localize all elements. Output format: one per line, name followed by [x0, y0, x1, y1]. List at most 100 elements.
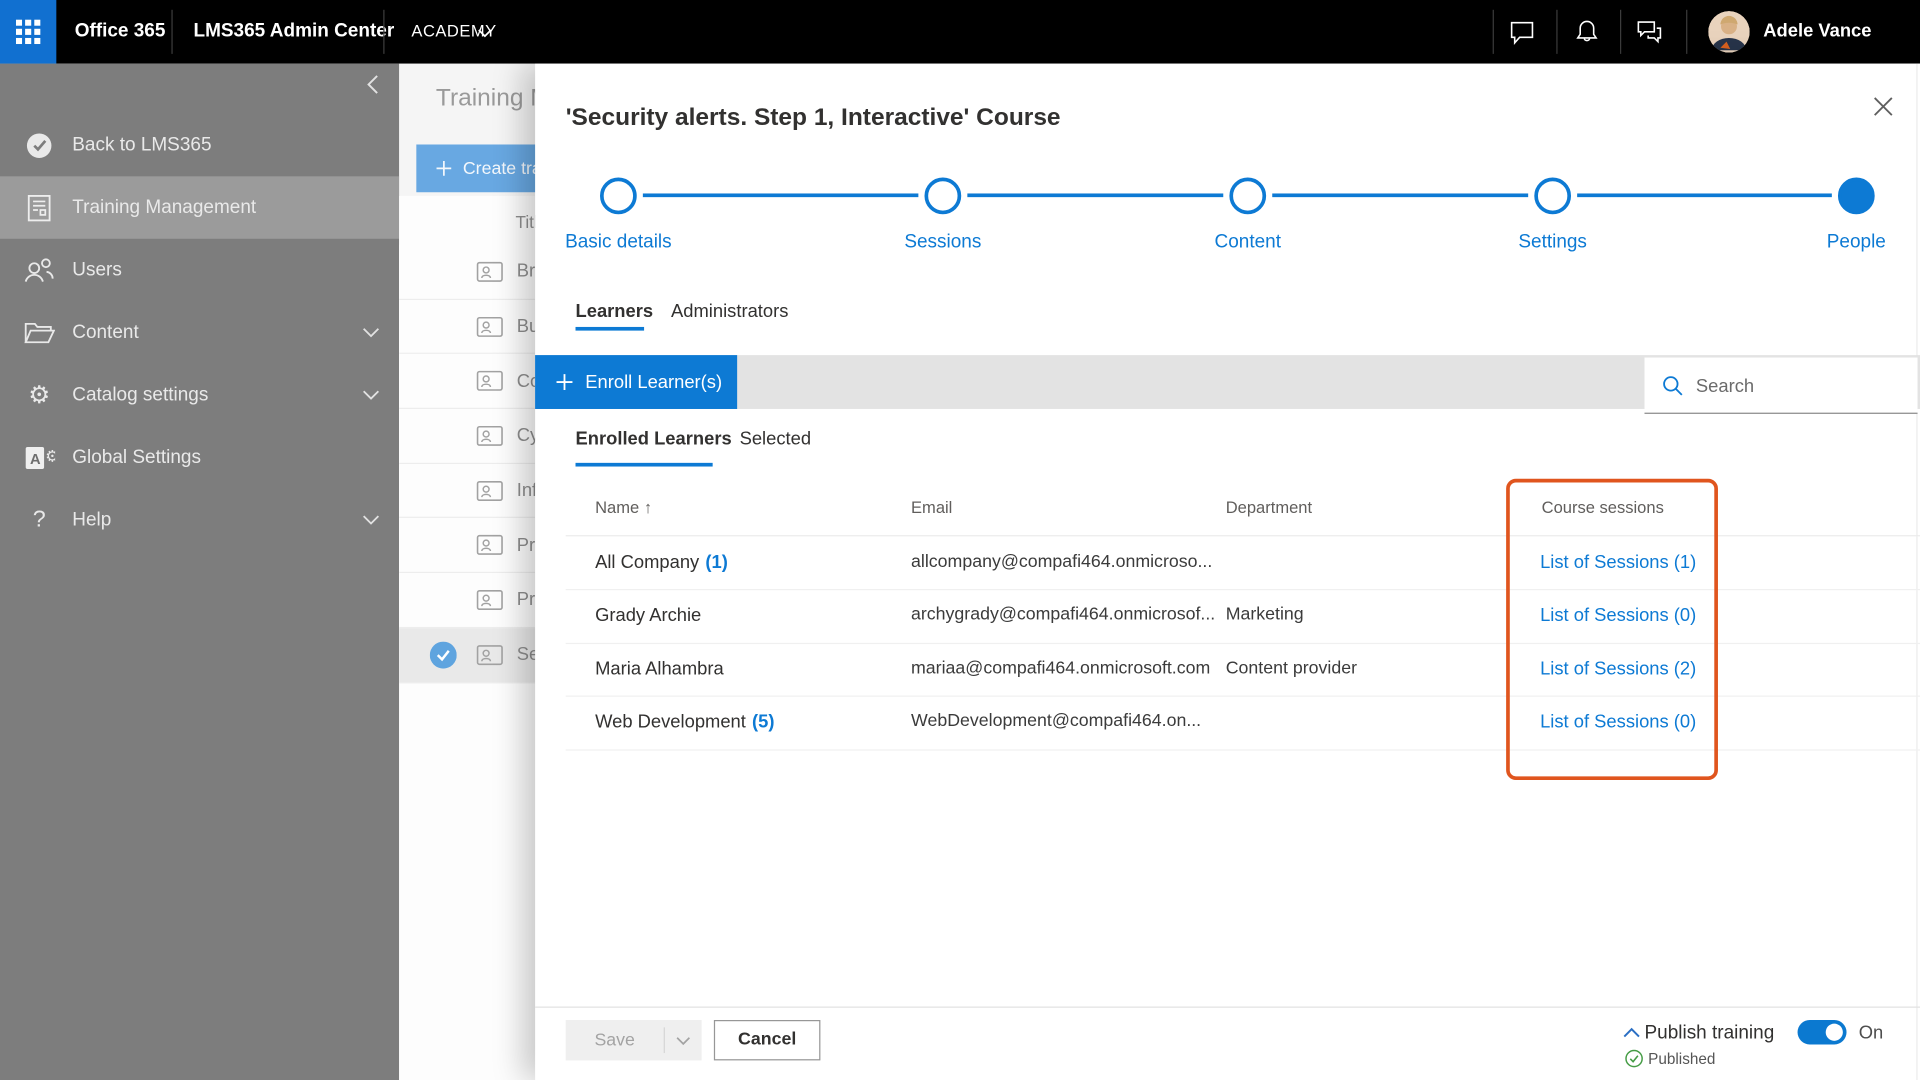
learner-email: archygrady@compafi464.onmicrosof...	[911, 604, 1216, 625]
sidebar-nav: Back to LMS365 Training Management Users…	[0, 114, 400, 551]
close-icon[interactable]	[1870, 93, 1897, 120]
topbar-divider	[1686, 9, 1688, 54]
topbar-divider	[1556, 9, 1558, 54]
publish-toggle[interactable]	[1797, 1020, 1847, 1045]
course-sessions-cell: List of Sessions (0)	[1518, 589, 1718, 642]
sort-ascending-icon: ↑	[643, 498, 653, 517]
column-header-course-sessions[interactable]: Course sessions	[1542, 498, 1664, 516]
topbar-divider	[1492, 9, 1494, 54]
contact-card-icon	[476, 644, 503, 665]
footer-separator	[535, 1006, 1920, 1008]
step-label-people[interactable]: People	[1746, 231, 1920, 253]
avatar[interactable]	[1708, 11, 1750, 53]
learner-name: Grady Archie	[595, 589, 707, 642]
active-subtab-underline	[575, 462, 713, 467]
sidebar-item-back-to-lms365[interactable]: Back to LMS365	[0, 114, 399, 176]
question-icon: ?	[32, 506, 46, 533]
sidebar-item-label: Back to LMS365	[72, 134, 212, 155]
sidebar-item-label: Help	[72, 508, 112, 530]
list-of-sessions-link[interactable]: List of Sessions (0)	[1540, 605, 1696, 626]
subtab-enrolled-learners[interactable]: Enrolled Learners	[576, 429, 732, 450]
list-of-sessions-link[interactable]: List of Sessions (2)	[1540, 658, 1696, 679]
table-row[interactable]: Web Development (5) WebDevelopment@compaf…	[565, 696, 1920, 750]
chevron-down-icon	[676, 1036, 690, 1045]
sidebar-item-help[interactable]: ? Help	[0, 489, 399, 551]
table-row[interactable]: All Company (1) allcompany@compafi464.onm…	[565, 536, 1920, 591]
tab-administrators[interactable]: Administrators	[671, 301, 788, 322]
list-of-sessions-link[interactable]: List of Sessions (0)	[1540, 711, 1696, 732]
sidebar-item-label: Training Management	[72, 196, 257, 218]
course-sessions-cell: List of Sessions (1)	[1518, 536, 1718, 589]
product-name[interactable]: Office 365	[75, 0, 166, 64]
global-settings-icon: ⚙ A	[21, 443, 58, 472]
office-top-bar: Office 365 LMS365 Admin Center ACADEMY A…	[0, 0, 1920, 64]
step-label-basic-details[interactable]: Basic details	[508, 231, 728, 253]
contact-card-icon	[476, 261, 503, 282]
sidebar-item-catalog-settings[interactable]: ⚙ Catalog settings	[0, 364, 399, 426]
save-button[interactable]: Save	[565, 1020, 702, 1061]
learner-name: Web Development (5)	[595, 696, 774, 749]
list-of-sessions-link[interactable]: List of Sessions (1)	[1540, 552, 1696, 573]
folder-icon	[21, 320, 58, 346]
search-icon	[1663, 376, 1683, 396]
sidebar-item-label: Catalog settings	[72, 383, 209, 405]
admin-sidebar: Back to LMS365 Training Management Users…	[0, 63, 400, 1080]
group-count: (5)	[751, 711, 775, 733]
sidebar-item-training-management[interactable]: Training Management	[0, 176, 400, 239]
sidebar-item-users[interactable]: Users	[0, 239, 399, 301]
sidebar-item-label: Content	[72, 321, 139, 343]
admin-center-title[interactable]: LMS365 Admin Center	[193, 0, 394, 64]
topbar-divider	[1620, 9, 1622, 54]
collapse-sidebar-icon[interactable]	[362, 73, 384, 95]
group-count: (1)	[705, 551, 728, 573]
sidebar-item-label: Users	[72, 258, 122, 280]
learner-email: allcompany@compafi464.onmicroso...	[911, 551, 1213, 572]
screen: Office 365 LMS365 Admin Center ACADEMY A…	[0, 0, 1920, 1080]
table-row[interactable]: Grady Archie archygrady@compafi464.onmic…	[565, 589, 1920, 644]
sidebar-item-global-settings[interactable]: ⚙ A Global Settings	[0, 426, 399, 488]
gear-icon: ⚙	[28, 382, 51, 409]
table-row[interactable]: Maria Alhambra mariaa@compafi464.onmicro…	[565, 642, 1920, 697]
name-text: Grady Archie	[595, 604, 702, 626]
name-text: Web Development	[595, 711, 746, 733]
learner-email: mariaa@compafi464.onmicrosoft.com	[911, 658, 1211, 678]
learner-department: Content provider	[1225, 658, 1357, 678]
subtab-selected[interactable]: Selected	[740, 429, 811, 450]
column-header-department[interactable]: Department	[1226, 498, 1312, 516]
cancel-button[interactable]: Cancel	[713, 1020, 821, 1061]
enroll-learners-button[interactable]: Enroll Learner(s)	[535, 355, 738, 409]
user-name[interactable]: Adele Vance	[1763, 0, 1871, 64]
step-circle-basic-details[interactable]	[600, 177, 637, 215]
search-box	[1644, 357, 1918, 414]
search-input[interactable]	[1693, 357, 1913, 414]
app-launcher-button[interactable]	[0, 0, 57, 64]
learner-name: Maria Alhambra	[595, 642, 730, 695]
stepper-connector	[1577, 193, 1832, 198]
tab-learners[interactable]: Learners	[576, 301, 654, 322]
step-circle-content[interactable]	[1229, 177, 1267, 215]
toggle-state-label: On	[1858, 1022, 1884, 1044]
toggle-knob	[1825, 1023, 1843, 1041]
chevron-up-icon[interactable]	[1622, 1027, 1640, 1038]
contact-card-icon	[476, 425, 503, 446]
column-header-name[interactable]: Name ↑	[595, 498, 652, 516]
feedback-icon[interactable]	[1636, 18, 1663, 45]
step-label-settings[interactable]: Settings	[1442, 231, 1662, 253]
topbar-divider	[171, 9, 173, 54]
enroll-learners-label: Enroll Learner(s)	[585, 371, 723, 393]
save-dropdown-button[interactable]	[665, 1035, 702, 1045]
bell-icon[interactable]	[1573, 18, 1600, 45]
step-label-sessions[interactable]: Sessions	[833, 231, 1053, 253]
chat-icon[interactable]	[1509, 18, 1536, 45]
column-header-email[interactable]: Email	[911, 498, 952, 516]
document-icon	[21, 193, 58, 222]
sidebar-item-content[interactable]: Content	[0, 301, 399, 363]
step-circle-people[interactable]	[1837, 177, 1875, 215]
step-label-content[interactable]: Content	[1138, 231, 1358, 253]
waffle-icon	[15, 19, 41, 45]
step-circle-sessions[interactable]	[924, 177, 962, 215]
training-title: Inf	[516, 480, 538, 501]
published-status-label: Published	[1648, 1050, 1716, 1068]
chevron-down-icon[interactable]	[478, 28, 493, 38]
step-circle-settings[interactable]	[1534, 177, 1572, 215]
